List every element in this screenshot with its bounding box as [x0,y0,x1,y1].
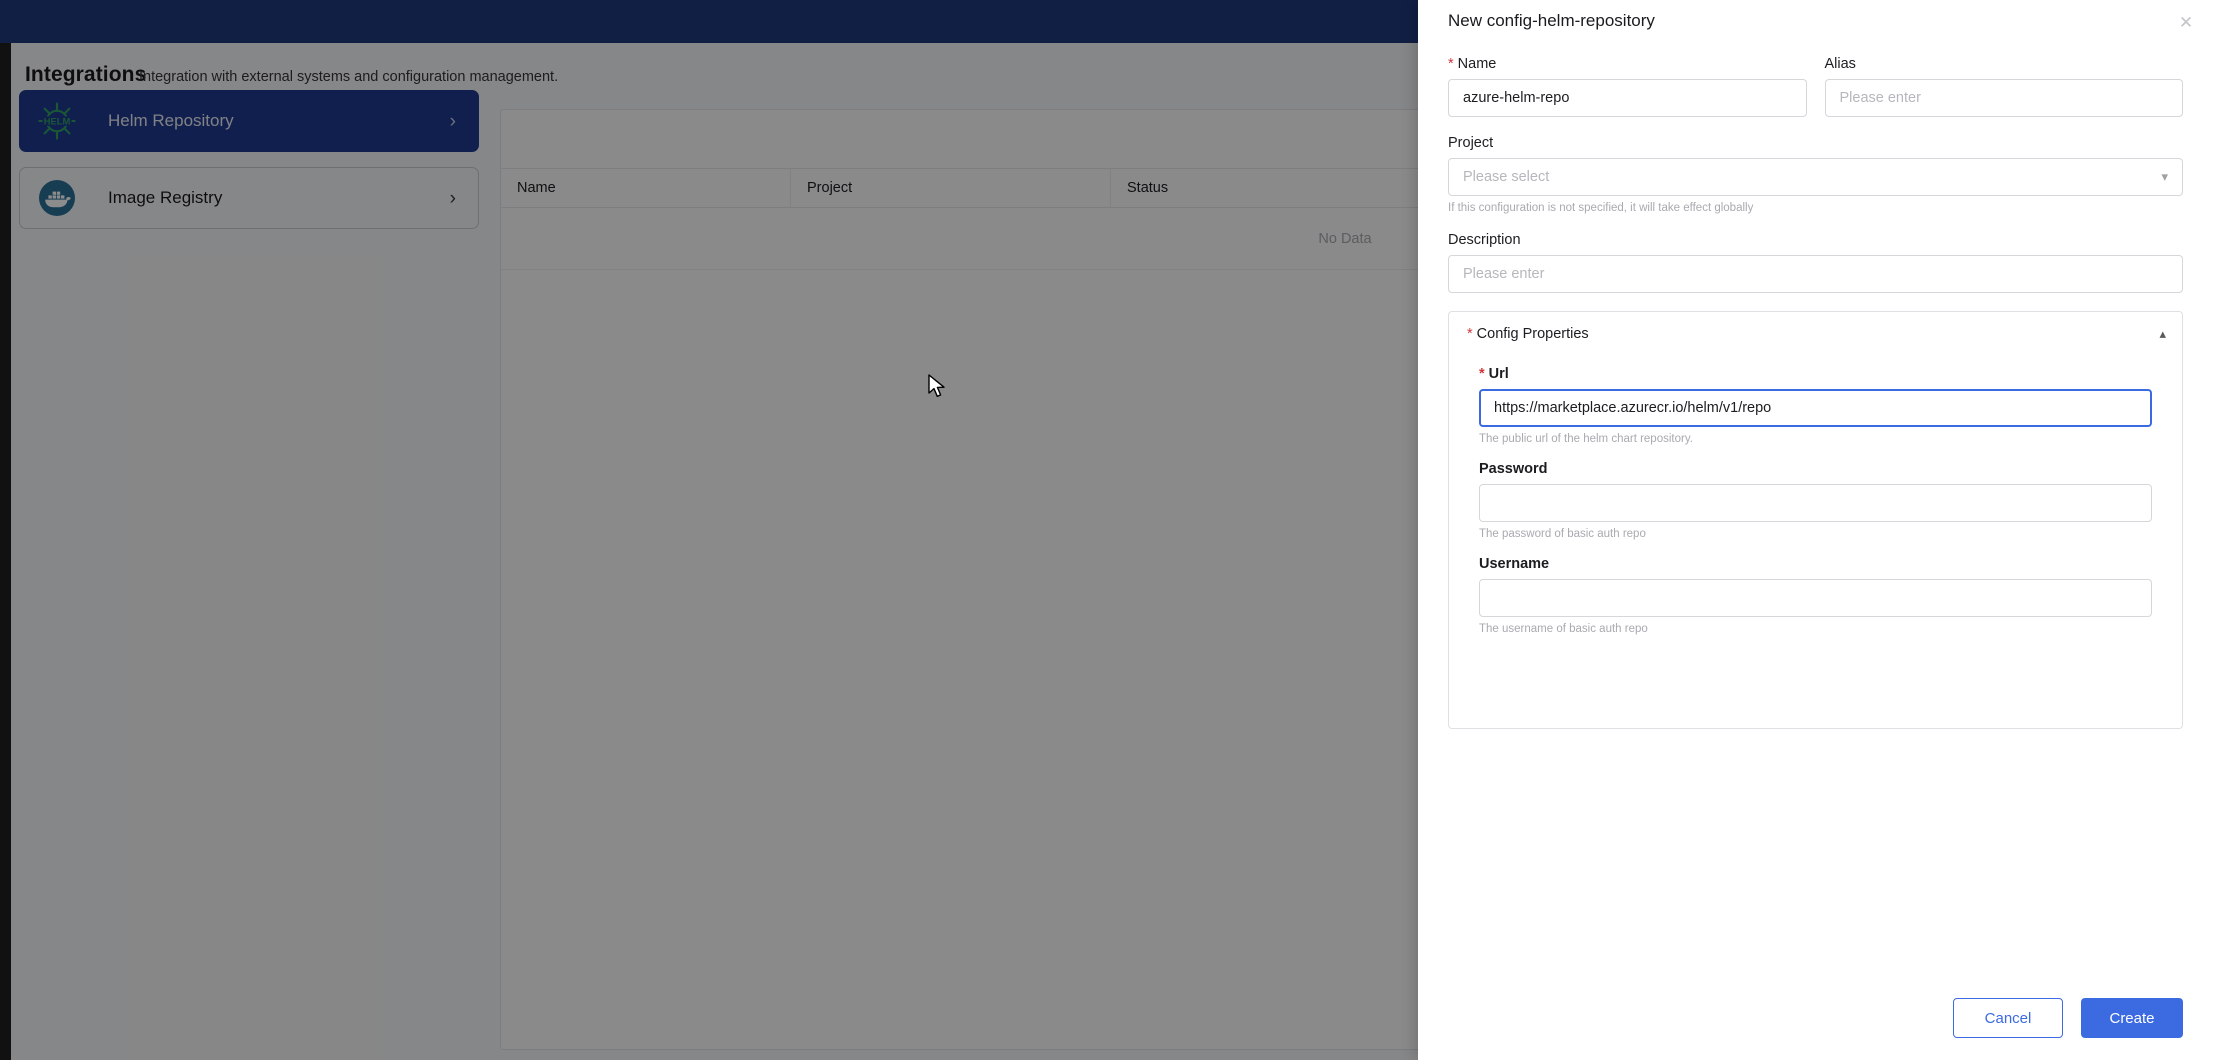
password-input[interactable] [1479,484,2152,522]
url-hint: The public url of the helm chart reposit… [1479,433,2152,445]
required-marker: * [1467,326,1473,342]
username-label: Username [1479,556,2152,572]
project-selected-value: Please select [1463,169,1549,185]
url-label: *Url [1479,366,2152,382]
cancel-button[interactable]: Cancel [1953,998,2063,1038]
name-label-text: Name [1458,56,1497,72]
password-label: Password [1479,461,2152,477]
config-properties-panel: * Config Properties ▴ *Url The public ur… [1448,311,2183,729]
drawer-header: New config-helm-repository ✕ [1418,0,2213,44]
project-label: Project [1448,135,2183,151]
required-marker: * [1448,56,1454,72]
drawer-body: *Name Alias Project Please select ▾ If t… [1418,44,2213,976]
username-field-group: Username The username of basic auth repo [1479,556,2152,635]
url-label-text: Url [1489,366,1509,382]
url-input[interactable] [1479,389,2152,427]
close-icon[interactable]: ✕ [2173,9,2199,35]
config-properties-body: *Url The public url of the helm chart re… [1449,356,2182,635]
drawer-footer: Cancel Create [1418,976,2213,1060]
create-button[interactable]: Create [2081,998,2183,1038]
alias-field-group: Alias [1825,56,2184,117]
username-input[interactable] [1479,579,2152,617]
required-marker: * [1479,366,1485,382]
name-input[interactable] [1448,79,1807,117]
url-field-group: *Url The public url of the helm chart re… [1479,366,2152,445]
chevron-down-icon: ▾ [2161,169,2168,185]
alias-input[interactable] [1825,79,2184,117]
config-properties-label: Config Properties [1477,326,1589,342]
project-select[interactable]: Please select ▾ [1448,158,2183,196]
project-field-group: Project Please select ▾ If this configur… [1448,135,2183,214]
description-label: Description [1448,232,2183,248]
password-hint: The password of basic auth repo [1479,528,2152,540]
new-helm-repository-drawer: New config-helm-repository ✕ *Name Alias… [1418,0,2213,1060]
username-hint: The username of basic auth repo [1479,623,2152,635]
password-field-group: Password The password of basic auth repo [1479,461,2152,540]
project-hint: If this configuration is not specified, … [1448,202,2183,214]
alias-label: Alias [1825,56,2184,72]
drawer-title: New config-helm-repository [1448,11,1655,31]
name-alias-row: *Name Alias [1448,56,2183,135]
chevron-up-icon[interactable]: ▴ [2159,326,2166,342]
config-properties-header[interactable]: * Config Properties ▴ [1449,312,2182,356]
name-label: *Name [1448,56,1807,72]
description-input[interactable] [1448,255,2183,293]
name-field-group: *Name [1448,56,1807,117]
description-field-group: Description [1448,232,2183,293]
